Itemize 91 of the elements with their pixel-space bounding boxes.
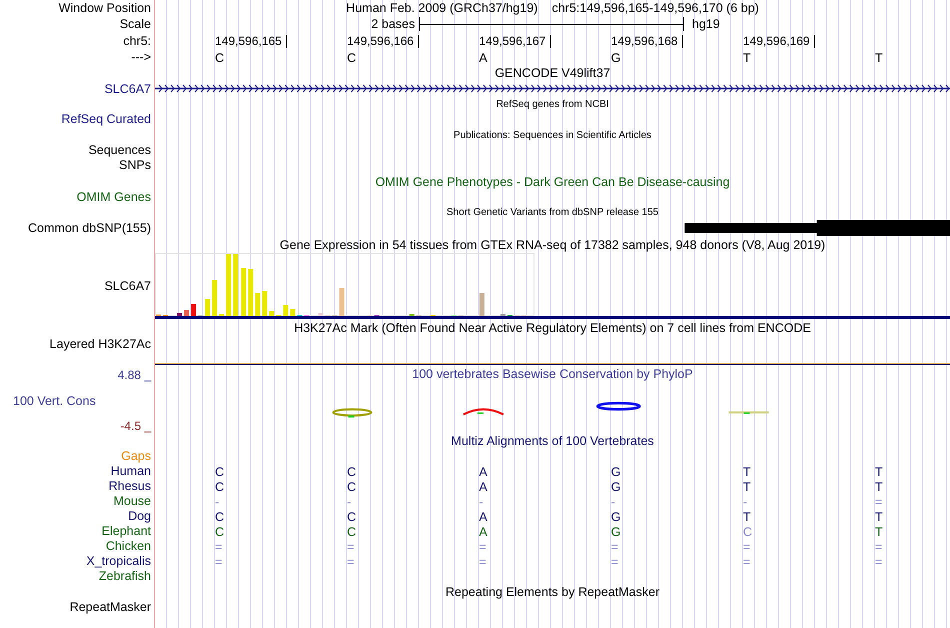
aligned-base: C: [347, 524, 356, 538]
row-label: Scale: [120, 16, 151, 32]
scale-text: 2 bases: [370, 17, 416, 31]
aligned-base: G: [611, 464, 621, 478]
species-label[interactable]: Human: [110, 464, 151, 479]
position-tick: 149,596,165: [215, 34, 287, 48]
aligned-base: =: [611, 554, 618, 568]
species-label[interactable]: Zebrafish: [98, 569, 151, 584]
sequence-base: C: [215, 50, 224, 64]
row-label: Window Position: [58, 0, 151, 16]
track-label[interactable]: SLC6A7: [104, 278, 151, 294]
aligned-base: G: [611, 480, 621, 494]
aligned-base: T: [743, 510, 751, 524]
aligned-base: A: [479, 464, 488, 478]
track-label[interactable]: OMIM Genes: [76, 190, 151, 205]
aligned-base: =: [479, 540, 486, 554]
species-label[interactable]: Mouse: [113, 494, 151, 509]
aligned-base: C: [215, 464, 224, 478]
aligned-base: -: [347, 494, 352, 508]
track-title: Repeating Elements by RepeatMasker: [445, 585, 660, 599]
scale-assembly: hg19: [692, 17, 720, 31]
aligned-base: -: [215, 494, 220, 508]
aligned-base: T: [875, 510, 883, 524]
aligned-base: A: [479, 480, 488, 494]
aligned-base: C: [743, 524, 752, 538]
track-title: RefSeq genes from NCBI: [496, 99, 609, 110]
species-label[interactable]: Rhesus: [108, 479, 151, 494]
aligned-base: -: [479, 494, 484, 508]
aligned-base: T: [743, 464, 751, 478]
axis-tick-label: -4.5 _: [120, 419, 151, 433]
track-title: OMIM Gene Phenotypes - Dark Green Can Be Disease-causing: [375, 174, 730, 188]
track-title: Publications: Sequences in Scientific Articles: [454, 130, 652, 140]
aligned-base: A: [479, 510, 488, 524]
track-label[interactable]: Layered H3K27Ac: [50, 337, 151, 352]
aligned-base: C: [347, 464, 356, 478]
aligned-base: =: [875, 494, 882, 508]
aligned-base: T: [875, 524, 883, 538]
track-title: 100 vertebrates Basewise Conservation by PhyloP: [412, 367, 693, 381]
aligned-base: =: [215, 554, 222, 568]
aligned-base: =: [875, 554, 882, 568]
aligned-base: =: [875, 540, 882, 554]
aligned-base: =: [215, 540, 222, 554]
position-tick: 149,596,167: [479, 34, 551, 48]
row-label: chr5:: [123, 34, 151, 48]
aligned-base: -: [611, 494, 616, 508]
aligned-base: T: [743, 480, 751, 494]
species-label[interactable]: Elephant: [102, 524, 151, 539]
aligned-base: A: [479, 524, 488, 538]
aligned-base: =: [347, 540, 354, 554]
track-label[interactable]: Common dbSNP(155): [28, 221, 151, 236]
track-title: Multiz Alignments of 100 Vertebrates: [451, 434, 654, 448]
aligned-base: C: [215, 524, 224, 538]
aligned-base: C: [215, 510, 224, 524]
track-label[interactable]: 100 Vert. Cons: [13, 394, 96, 408]
sequence-base: G: [611, 50, 621, 64]
track-title: Gene Expression in 54 tissues from GTEx RNA-seq of 17382 samples, 948 donors (V8, Aug 2019): [280, 238, 826, 252]
aligned-base: C: [215, 480, 224, 494]
aligned-base: =: [347, 554, 354, 568]
track-label[interactable]: Sequences: [88, 142, 151, 158]
sequence-base: A: [479, 50, 488, 64]
aligned-base: =: [743, 554, 750, 568]
species-label[interactable]: X_tropicalis: [86, 554, 151, 569]
track-label[interactable]: RepeatMasker: [70, 600, 151, 615]
assembly-title: Human Feb. 2009 (GRCh37/hg19): [346, 1, 538, 15]
axis-tick-label: 4.88 _: [118, 368, 151, 382]
position-tick: 149,596,166: [347, 34, 419, 48]
sequence-base: T: [743, 50, 751, 64]
row-label: --->: [131, 50, 151, 65]
species-label[interactable]: Dog: [128, 509, 151, 524]
species-label[interactable]: Chicken: [106, 539, 151, 554]
aligned-base: C: [347, 480, 356, 494]
position-tick: 149,596,169: [743, 34, 815, 48]
aligned-base: C: [347, 510, 356, 524]
aligned-base: T: [875, 480, 883, 494]
track-label[interactable]: SNPs: [119, 158, 151, 174]
sequence-base: T: [875, 50, 883, 64]
aligned-base: =: [743, 540, 750, 554]
track-title: GENCODE V49lift37: [494, 66, 610, 80]
aligned-base: =: [611, 540, 618, 554]
aligned-base: G: [611, 510, 621, 524]
track-label[interactable]: RefSeq Curated: [61, 112, 151, 128]
aligned-base: -: [743, 494, 748, 508]
position-title: chr5:149,596,165-149,596,170 (6 bp): [552, 1, 759, 15]
aligned-base: G: [611, 524, 621, 538]
aligned-base: T: [875, 464, 883, 478]
aligned-base: =: [479, 554, 486, 568]
track-title: Short Genetic Variants from dbSNP release 155: [446, 207, 658, 218]
position-tick: 149,596,168: [611, 34, 683, 48]
sequence-base: C: [347, 50, 356, 64]
track-label[interactable]: SLC6A7: [104, 82, 151, 96]
track-title: H3K27Ac Mark (Often Found Near Active Regulatory Elements) on 7 cell lines from ENCODE: [294, 321, 811, 335]
